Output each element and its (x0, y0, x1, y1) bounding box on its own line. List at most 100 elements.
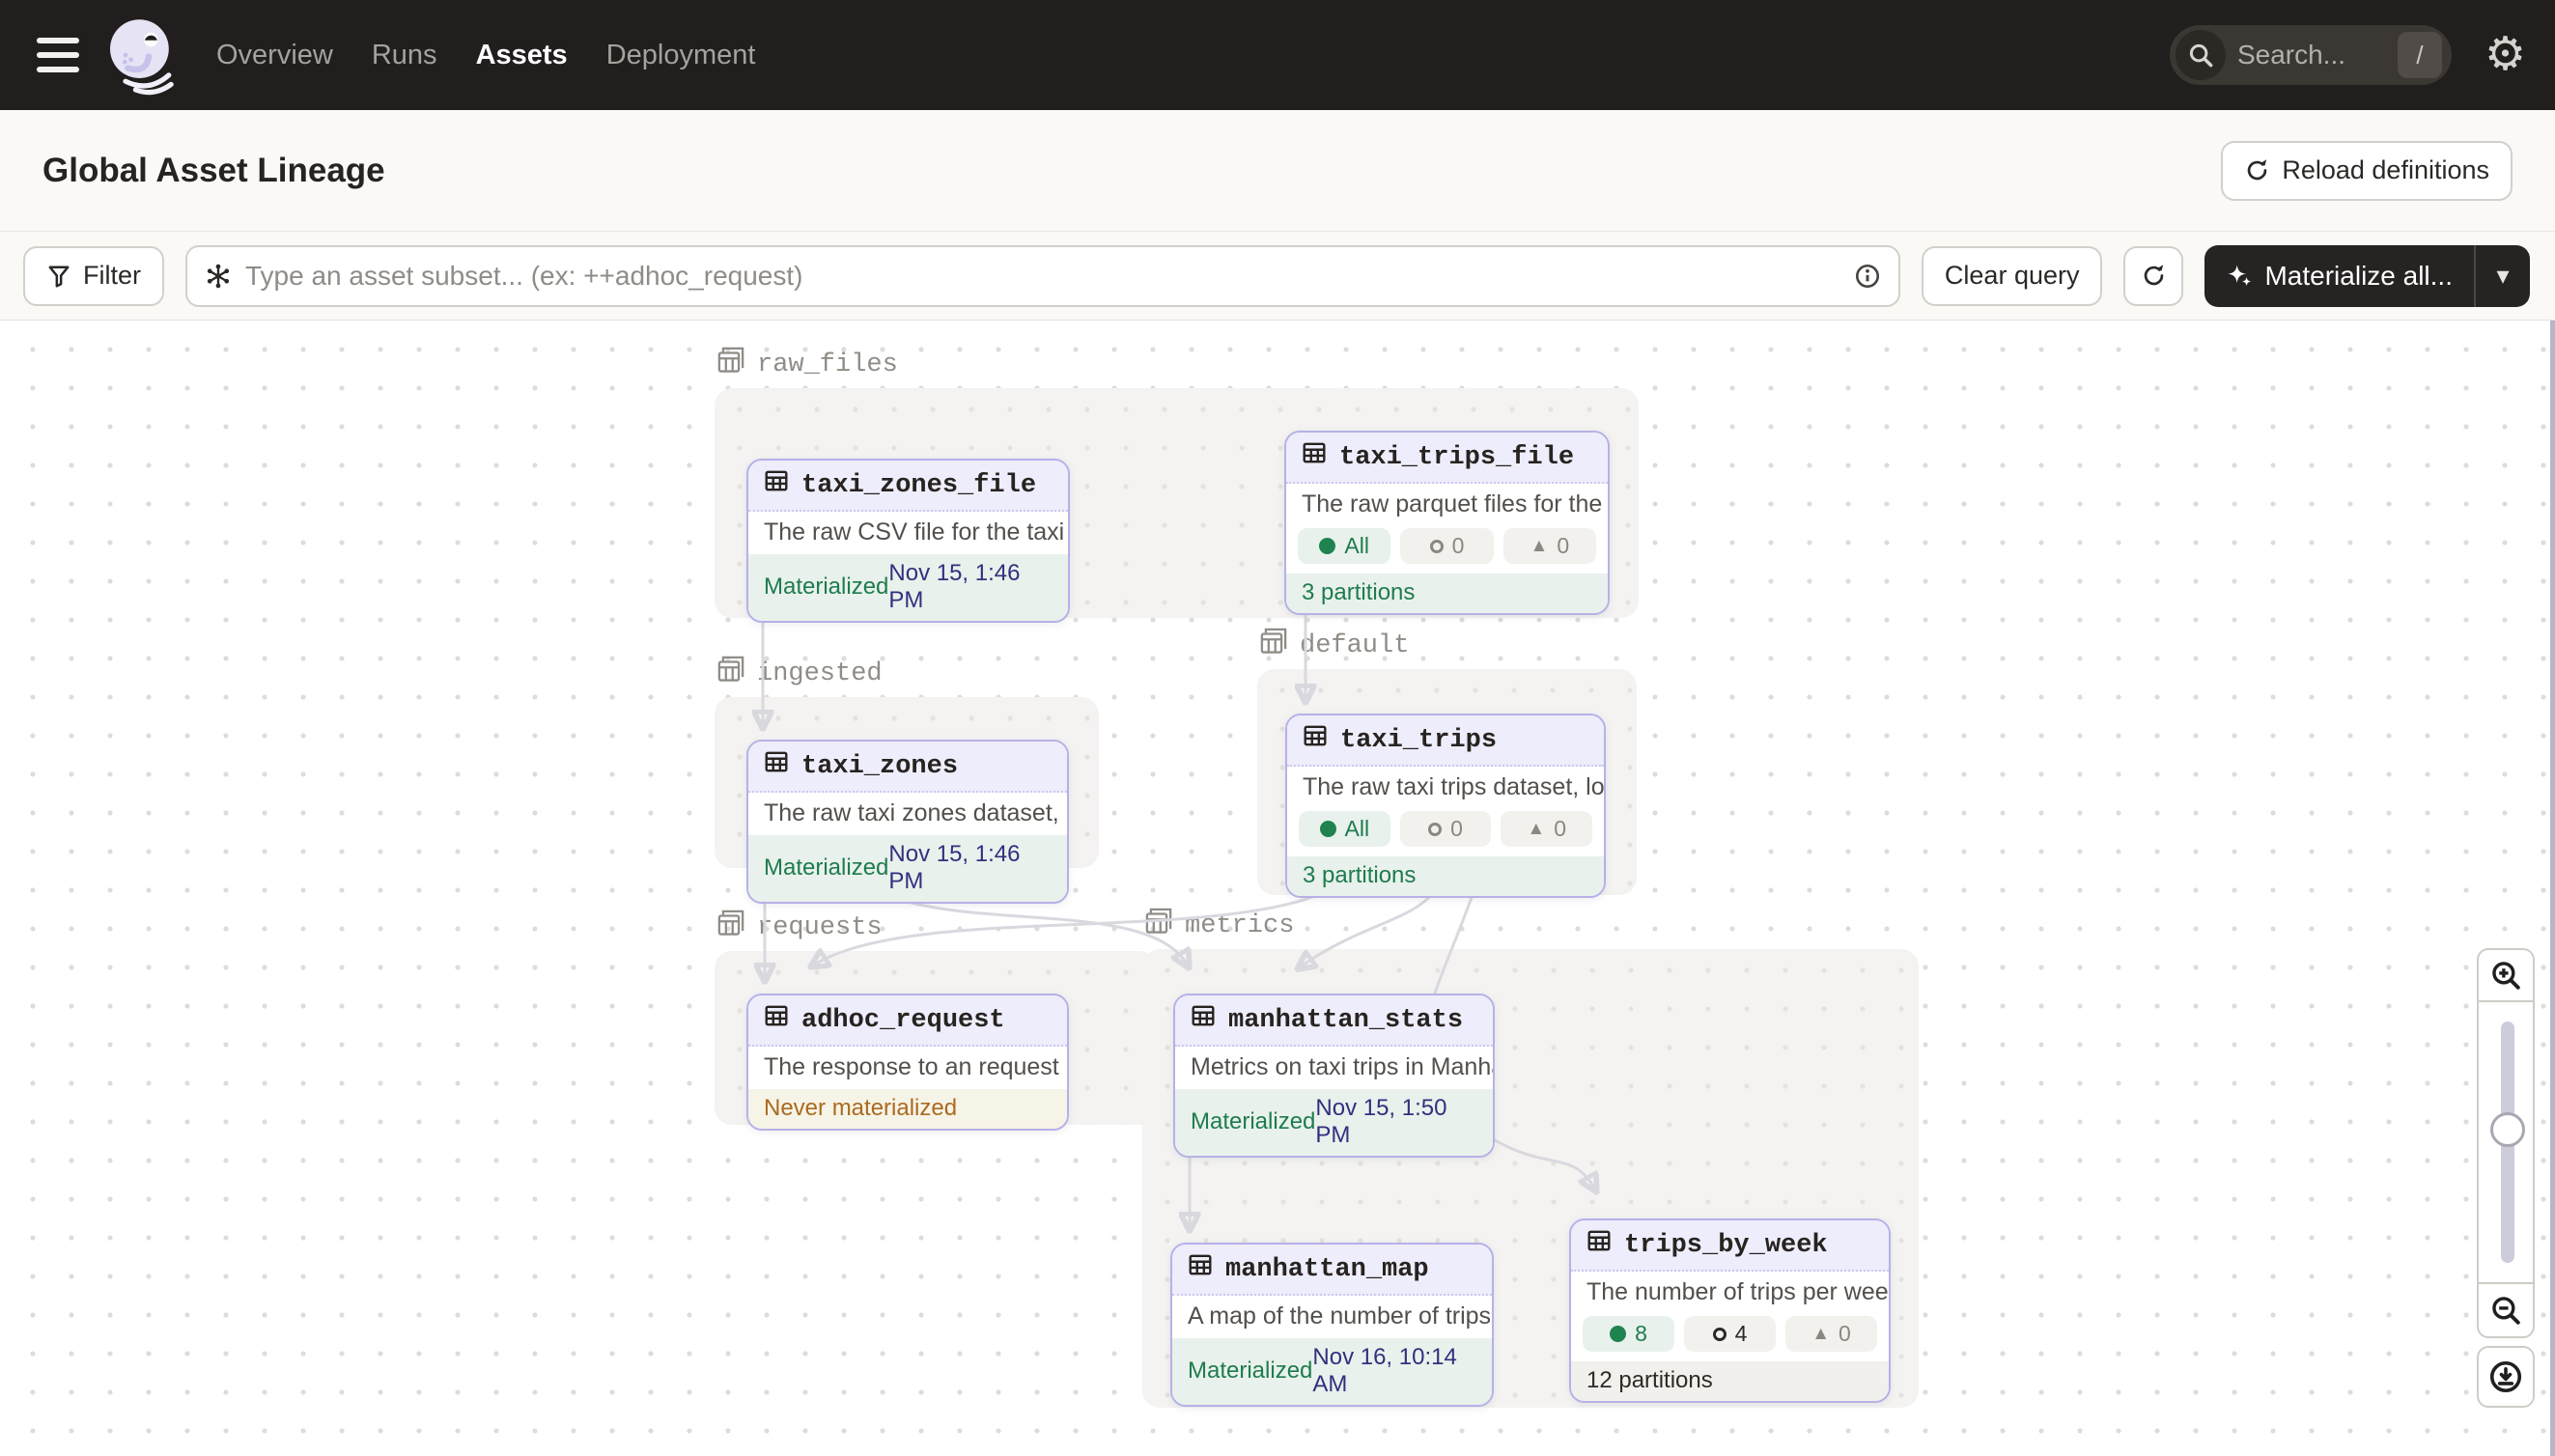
asset-name: adhoc_request (748, 995, 1067, 1047)
asset-name: taxi_zones (748, 742, 1067, 793)
materialize-all-button[interactable]: Materialize all... (2204, 245, 2474, 307)
zoom-in-icon (2489, 959, 2522, 992)
table-icon (1302, 440, 1327, 474)
asset-query-field (185, 245, 1900, 307)
table-icon (1188, 1252, 1213, 1286)
table-icon (1586, 1228, 1612, 1262)
nav-item-runs[interactable]: Runs (372, 40, 437, 71)
asset-node-manhattan_map[interactable]: manhattan_mapA map of the number of trip… (1170, 1243, 1494, 1407)
caret-down-icon: ▾ (2496, 261, 2509, 291)
table-icon (1303, 723, 1328, 757)
partition-pill-triangle: ▲0 (1503, 528, 1596, 564)
materialization-status: Never materialized (748, 1089, 1067, 1129)
partition-pill-circle: 0 (1400, 811, 1492, 847)
nav-item-deployment[interactable]: Deployment (606, 40, 756, 71)
asset-node-adhoc_request[interactable]: adhoc_requestThe response to an request … (746, 994, 1069, 1131)
asset-name: taxi_zones_file (748, 461, 1068, 512)
lineage-canvas[interactable]: raw_filesingesteddefaultrequestsmetricst… (0, 321, 2555, 1456)
zoom-slider (2477, 1002, 2535, 1282)
partition-pill-dot: 8 (1583, 1316, 1674, 1352)
partition-pill-triangle: ▲0 (1785, 1316, 1877, 1352)
top-nav: Overview Runs Assets Deployment / ⚙ (0, 0, 2555, 110)
zoom-slider-thumb[interactable] (2490, 1112, 2525, 1147)
info-icon[interactable] (1854, 263, 1881, 290)
asset-description: Metrics on taxi trips in Manhattan (1175, 1047, 1493, 1089)
asset-graph-icon (205, 263, 232, 290)
dagster-logo[interactable] (102, 8, 180, 102)
materialize-all-label: Materialize all... (2264, 261, 2453, 292)
materialization-time: Nov 15, 1:46 PM (888, 841, 1052, 895)
asset-query-input[interactable] (245, 261, 1840, 292)
partition-pill-circle: 4 (1684, 1316, 1776, 1352)
partition-health: All 0 ▲0 (1286, 526, 1608, 574)
materialize-all-split-button: Materialize all... ▾ (2204, 245, 2530, 307)
partition-pill-dot: All (1298, 528, 1390, 564)
asset-node-taxi_trips[interactable]: taxi_tripsThe raw taxi trips dataset, lo… (1285, 714, 1606, 898)
asset-node-taxi_zones_file[interactable]: taxi_zones_fileThe raw CSV file for the … (746, 459, 1070, 623)
partitions-count: 12 partitions (1571, 1361, 1889, 1401)
partitions-count: 3 partitions (1286, 574, 1608, 613)
asset-node-taxi_trips_file[interactable]: taxi_trips_fileThe raw parquet files for… (1284, 431, 1610, 615)
partition-health: All 0▲0 (1287, 809, 1604, 856)
filter-icon (46, 264, 71, 289)
download-icon (2488, 1359, 2523, 1394)
asset-description: The raw CSV file for the taxi zones dat.… (748, 512, 1068, 554)
partition-pill-dot: All (1299, 811, 1390, 847)
asset-description: The raw taxi zones dataset, loaded int..… (748, 793, 1067, 835)
asset-name: taxi_trips (1287, 715, 1604, 767)
materialization-time: Nov 15, 1:46 PM (888, 560, 1053, 614)
nav-links: Overview Runs Assets Deployment (216, 40, 755, 71)
reload-definitions-button[interactable]: Reload definitions (2221, 141, 2513, 201)
materialization-status: MaterializedNov 16, 10:14 AM (1172, 1338, 1492, 1405)
asset-description: The number of trips per week, aggreg... (1571, 1272, 1889, 1314)
slash-shortcut-badge: / (2398, 32, 2442, 78)
sparkle-icon (2226, 263, 2253, 290)
asset-name: trips_by_week (1571, 1220, 1889, 1272)
page-title: Global Asset Lineage (42, 152, 385, 190)
asset-description: The raw parquet files for the taxi trips… (1286, 484, 1608, 526)
page-header: Global Asset Lineage Reload definitions (0, 110, 2555, 232)
lineage-toolbar: Filter Clear query Materialize all... (0, 232, 2555, 321)
partition-health: 84▲0 (1571, 1314, 1889, 1361)
menu-icon[interactable] (37, 34, 85, 76)
zoom-out-icon (2489, 1294, 2522, 1327)
refresh-button[interactable] (2123, 246, 2183, 306)
asset-description: A map of the number of trips per taxi z.… (1172, 1296, 1492, 1338)
table-icon (764, 749, 789, 783)
gear-icon[interactable]: ⚙ (2485, 32, 2526, 78)
asset-node-manhattan_stats[interactable]: manhattan_statsMetrics on taxi trips in … (1173, 994, 1495, 1158)
materialization-time: Nov 16, 10:14 AM (1312, 1344, 1476, 1398)
table-icon (1191, 1003, 1216, 1037)
materialize-options-button[interactable]: ▾ (2476, 245, 2530, 307)
zoom-in-button[interactable] (2477, 948, 2535, 1002)
reload-icon (2244, 157, 2270, 183)
scrollbar[interactable] (2550, 321, 2555, 1456)
zoom-controls (2477, 948, 2535, 1408)
filter-label: Filter (83, 261, 141, 291)
asset-description: The response to an request made in th... (748, 1047, 1067, 1089)
search-icon (2176, 30, 2226, 80)
materialization-time: Nov 15, 1:50 PM (1315, 1095, 1477, 1149)
asset-node-taxi_zones[interactable]: taxi_zonesThe raw taxi zones dataset, lo… (746, 740, 1069, 904)
partition-pill-triangle: ▲0 (1501, 811, 1592, 847)
table-icon (764, 1003, 789, 1037)
materialization-status: MaterializedNov 15, 1:46 PM (748, 554, 1068, 621)
filter-button[interactable]: Filter (23, 246, 164, 306)
clear-query-label: Clear query (1945, 261, 2080, 291)
refresh-icon (2141, 263, 2167, 289)
download-image-button[interactable] (2477, 1346, 2535, 1408)
dagster-logo-icon (102, 9, 180, 101)
reload-definitions-label: Reload definitions (2282, 155, 2489, 185)
zoom-out-button[interactable] (2477, 1282, 2535, 1338)
asset-description: The raw taxi trips dataset, loaded into … (1287, 767, 1604, 809)
nav-item-overview[interactable]: Overview (216, 40, 333, 71)
search-input[interactable] (2237, 40, 2398, 70)
clear-query-button[interactable]: Clear query (1922, 246, 2103, 306)
partitions-count: 3 partitions (1287, 856, 1604, 896)
asset-name: taxi_trips_file (1286, 433, 1608, 484)
asset-node-trips_by_week[interactable]: trips_by_weekThe number of trips per wee… (1569, 1218, 1891, 1403)
nav-item-assets[interactable]: Assets (476, 40, 568, 71)
global-search[interactable]: / (2170, 25, 2452, 85)
partition-pill-circle: 0 (1400, 528, 1493, 564)
materialization-status: MaterializedNov 15, 1:50 PM (1175, 1089, 1493, 1156)
